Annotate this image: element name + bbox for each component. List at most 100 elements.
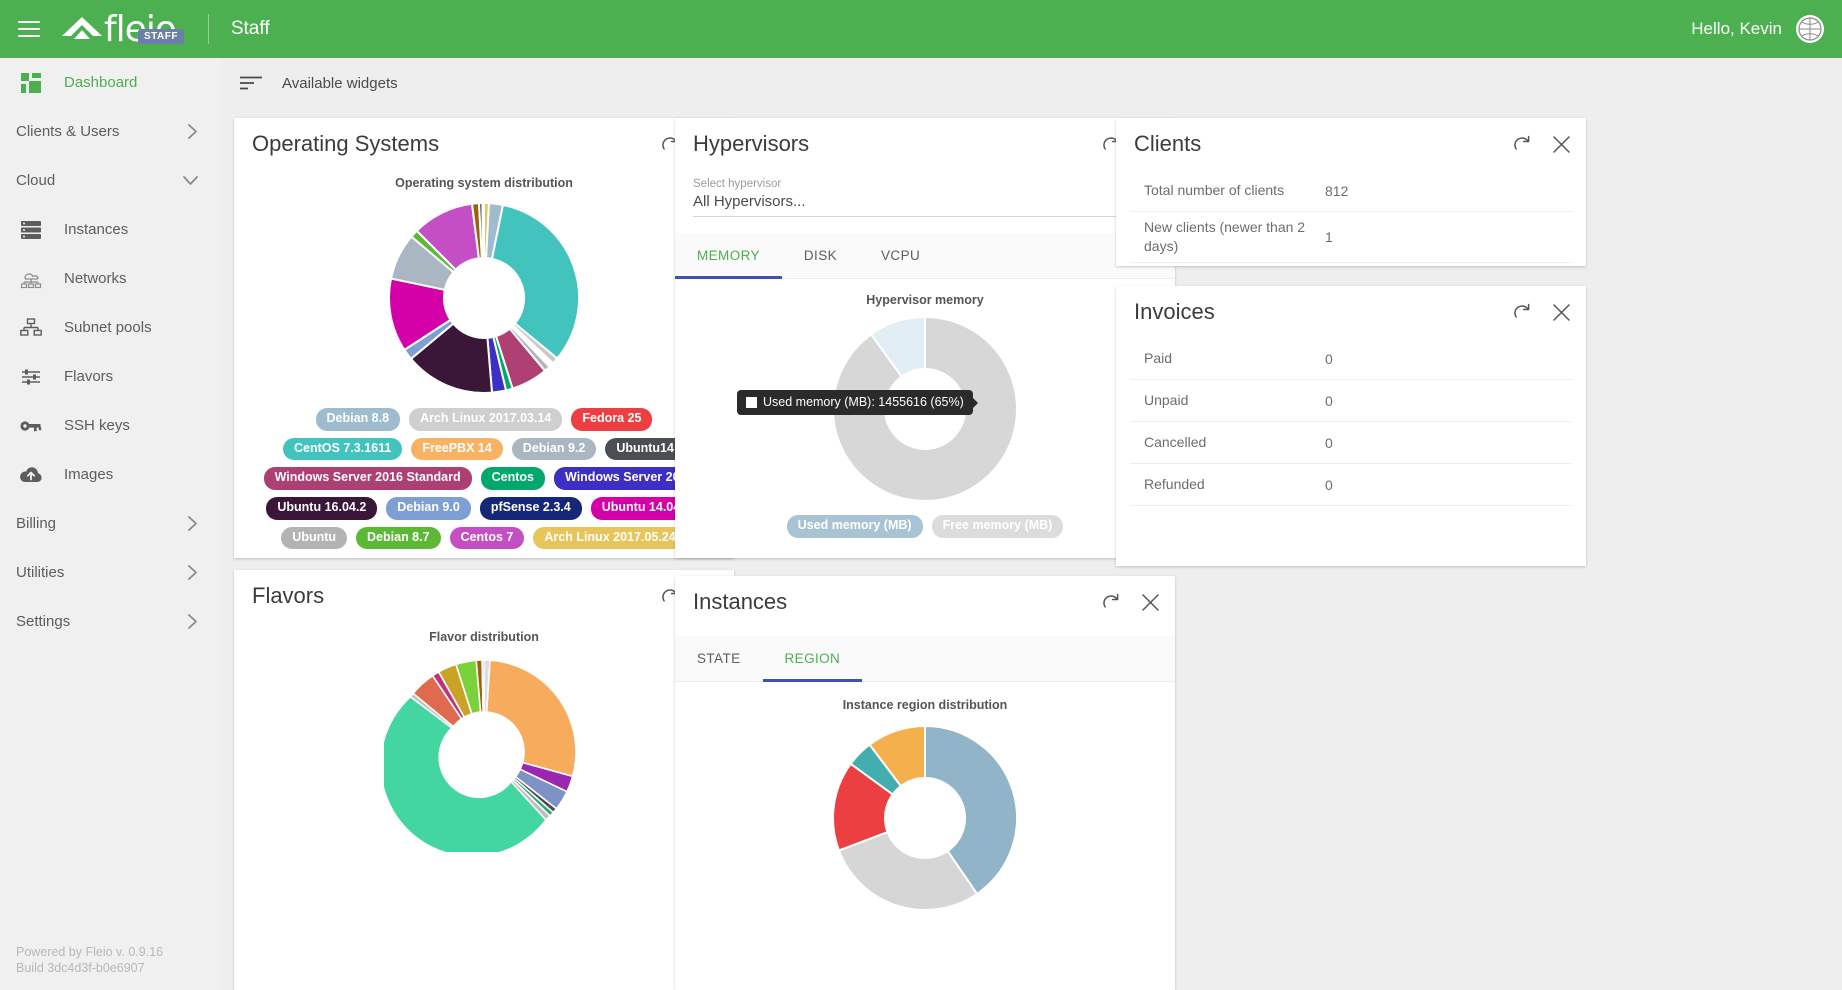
card-instances: Instances STATE REGION Instance region d… — [675, 576, 1175, 990]
sidebar-item-utilities[interactable]: Utilities — [0, 548, 220, 597]
legend-pill[interactable]: Centos — [481, 467, 545, 490]
sidebar-item-label: Flavors — [64, 368, 113, 385]
legend-pill[interactable]: Ubuntu14 — [605, 438, 685, 461]
row-label: New clients (newer than 2 days) — [1130, 218, 1325, 256]
refresh-icon[interactable] — [1512, 135, 1531, 154]
sidebar-item-instances[interactable]: Instances — [0, 205, 220, 254]
legend-pill[interactable]: pfSense 2.3.4 — [480, 497, 582, 520]
legend-pill[interactable]: Free memory (MB) — [932, 515, 1064, 538]
sidebar-item-billing[interactable]: Billing — [0, 499, 220, 548]
legend-pill[interactable]: Debian 8.7 — [356, 527, 441, 550]
card-title: Clients — [1134, 131, 1201, 157]
sidebar-item-flavors[interactable]: Flavors — [0, 352, 220, 401]
card-header: Clients — [1116, 118, 1586, 170]
user-avatar-icon[interactable] — [1796, 15, 1824, 43]
card-actions — [1101, 593, 1159, 612]
tab-vcpu[interactable]: VCPU — [859, 233, 942, 278]
tab-label: STATE — [697, 651, 741, 666]
brand-staff-badge: STAFF — [138, 29, 184, 44]
legend-pill[interactable]: Centos 7 — [450, 527, 525, 550]
legend-pill[interactable]: CentOS 7.3.1611 — [283, 438, 402, 461]
tab-disk[interactable]: DISK — [782, 233, 859, 278]
legend-pill[interactable]: Debian 9.0 — [386, 497, 471, 520]
hypervisor-memory-donut: Used memory (MB): 1455616 (65%) — [675, 309, 1175, 509]
card-clients: Clients Total number of clients 812 New … — [1116, 118, 1586, 266]
main-content: Available widgets Operating Systems Oper… — [220, 58, 1842, 990]
card-header: Hypervisors — [675, 118, 1175, 170]
hypervisor-select-group: Select hypervisor All Hypervisors... — [675, 170, 1175, 217]
hamburger-menu-icon[interactable] — [18, 21, 40, 37]
card-title: Invoices — [1134, 299, 1215, 325]
brand-logo[interactable]: fleio STAFF — [60, 9, 176, 50]
legend-pill[interactable]: Ubuntu — [281, 527, 347, 550]
card-title: Instances — [693, 589, 787, 615]
chart-title: Operating system distribution — [234, 176, 734, 190]
legend-pill[interactable]: Windows Server 2016 Standard — [264, 467, 472, 490]
sidebar-item-settings[interactable]: Settings — [0, 597, 220, 646]
refresh-icon[interactable] — [1101, 593, 1120, 612]
legend-pill[interactable]: Arch Linux 2017.05.24 — [533, 527, 686, 550]
table-row: Paid 0 — [1130, 338, 1572, 380]
close-icon[interactable] — [1142, 594, 1159, 611]
legend-pill[interactable]: Used memory (MB) — [787, 515, 923, 538]
sidebar-item-subnet-pools[interactable]: Subnet pools — [0, 303, 220, 352]
row-label: Cancelled — [1130, 433, 1325, 452]
chevron-down-icon — [183, 176, 198, 186]
legend-pill[interactable]: Debian 8.8 — [316, 408, 401, 431]
sidebar-item-clients-users[interactable]: Clients & Users — [0, 107, 220, 156]
cloud-upload-icon — [16, 466, 46, 484]
tab-state[interactable]: STATE — [675, 636, 763, 681]
close-icon[interactable] — [1553, 136, 1570, 153]
hypervisor-select[interactable]: All Hypervisors... — [693, 193, 1157, 217]
table-row: Cancelled 0 — [1130, 422, 1572, 464]
sidebar-item-images[interactable]: Images — [0, 450, 220, 499]
row-label: Paid — [1130, 349, 1325, 368]
sidebar-item-dashboard[interactable]: Dashboard — [0, 58, 220, 107]
legend-pill[interactable]: Debian 9.2 — [512, 438, 597, 461]
available-widgets-bar[interactable]: Available widgets — [220, 58, 1842, 108]
table-row: Refunded 0 — [1130, 464, 1572, 506]
chart-tooltip: Used memory (MB): 1455616 (65%) — [737, 390, 973, 415]
tab-region[interactable]: REGION — [763, 636, 863, 681]
legend-pill[interactable]: Arch Linux 2017.03.14 — [409, 408, 562, 431]
legend-pill[interactable]: Fedora 25 — [571, 408, 652, 431]
card-header: Operating Systems — [234, 118, 734, 170]
instance-region-donut-chart — [675, 718, 1175, 918]
dashboard-icon — [16, 73, 46, 93]
sidebar-item-label: Clients & Users — [16, 123, 119, 140]
tooltip-swatch — [746, 397, 757, 408]
greeting-label[interactable]: Hello, Kevin — [1691, 19, 1782, 39]
topbar-right-group: Hello, Kevin — [1691, 15, 1842, 43]
select-label: Select hypervisor — [693, 178, 1157, 193]
available-widgets-label: Available widgets — [282, 75, 398, 92]
table-row: Total number of clients 812 — [1130, 170, 1572, 212]
sliders-icon — [16, 368, 46, 386]
card-header: Flavors — [234, 570, 734, 622]
table-row: Unpaid 0 — [1130, 380, 1572, 422]
row-value: 0 — [1325, 393, 1333, 409]
tab-memory[interactable]: MEMORY — [675, 233, 782, 278]
topbar-divider — [208, 14, 209, 44]
sidebar-item-label: Dashboard — [64, 74, 137, 91]
sidebar-item-label: Instances — [64, 221, 128, 238]
tooltip-text: Used memory (MB): 1455616 (65%) — [763, 395, 964, 409]
os-donut-chart — [234, 198, 734, 398]
refresh-icon[interactable] — [1512, 303, 1531, 322]
sidebar-item-label: Cloud — [16, 172, 55, 189]
close-icon[interactable] — [1553, 304, 1570, 321]
legend-pill[interactable]: FreePBX 14 — [411, 438, 502, 461]
chart-title: Flavor distribution — [234, 630, 734, 644]
sort-icon[interactable] — [240, 76, 262, 90]
sidebar-item-networks[interactable]: Networks — [0, 254, 220, 303]
os-legend: Debian 8.8 Arch Linux 2017.03.14 Fedora … — [234, 408, 734, 549]
legend-pill[interactable]: Ubuntu 16.04.2 — [266, 497, 377, 520]
app-title: Staff — [231, 18, 270, 40]
sidebar-item-cloud[interactable]: Cloud — [0, 156, 220, 205]
row-value: 0 — [1325, 477, 1333, 493]
footer-build: Build 3dc4d3f-b0e6907 — [16, 960, 163, 976]
hypervisor-select-value: All Hypervisors... — [693, 193, 806, 210]
sidebar-item-label: Settings — [16, 613, 70, 630]
sidebar-item-ssh-keys[interactable]: SSH keys — [0, 401, 220, 450]
tab-label: MEMORY — [697, 248, 760, 263]
top-app-bar: fleio STAFF Staff Hello, Kevin — [0, 0, 1842, 58]
